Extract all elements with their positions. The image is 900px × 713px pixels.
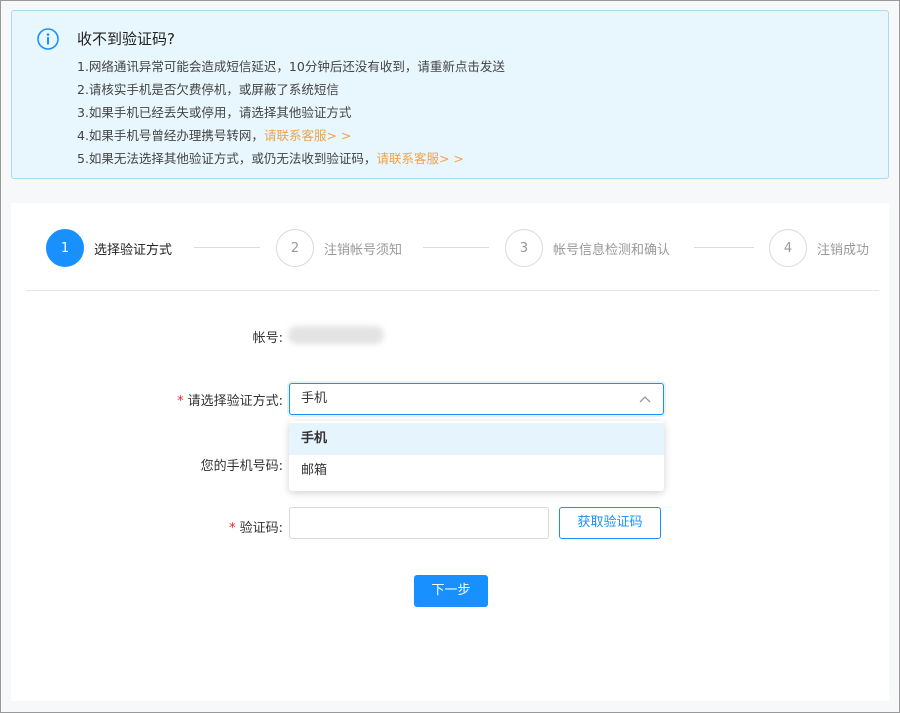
notice-title: 收不到验证码? [77, 30, 175, 48]
step-connector [194, 247, 260, 248]
notice-line: 4.如果手机号曾经办理携号转网，请联系客服> > [77, 124, 505, 147]
code-label-text: 验证码: [239, 521, 283, 536]
notice-line-text: 2.请核实手机是否欠费停机，或屏蔽了系统短信 [77, 82, 339, 97]
step-account-check: 3 帐号信息检测和确认 [505, 229, 670, 267]
contact-support-link[interactable]: 请联系客服> > [264, 128, 351, 143]
step-success: 4 注销成功 [769, 229, 869, 267]
method-label: * 请选择验证方式: [177, 390, 283, 409]
step-number: 2 [276, 229, 314, 267]
page-frame: 收不到验证码? 1.网络通讯异常可能会造成短信延迟，10分钟后还没有收到，请重新… [0, 0, 900, 713]
notice-line-text: 1.网络通讯异常可能会造成短信延迟，10分钟后还没有收到，请重新点击发送 [77, 59, 505, 74]
method-label-text: 请选择验证方式: [187, 394, 283, 409]
notice-lines: 1.网络通讯异常可能会造成短信延迟，10分钟后还没有收到，请重新点击发送 2.请… [77, 55, 505, 170]
verification-code-input[interactable] [289, 507, 549, 539]
verify-method-select[interactable]: 手机 [289, 383, 664, 415]
select-value: 手机 [301, 391, 328, 406]
notice-line-text: 5.如果无法选择其他验证方式，或仍无法收到验证码， [77, 151, 377, 166]
code-label: * 验证码: [229, 517, 283, 536]
main-card: 1 选择验证方式 2 注销帐号须知 3 帐号信息检测和确认 4 注销成功 帐号: [11, 203, 889, 701]
info-icon [37, 28, 59, 50]
notice-line: 1.网络通讯异常可能会造成短信延迟，10分钟后还没有收到，请重新点击发送 [77, 55, 505, 78]
progress-steps: 1 选择验证方式 2 注销帐号须知 3 帐号信息检测和确认 4 注销成功 [26, 203, 879, 291]
notice-line: 5.如果无法选择其他验证方式，或仍无法收到验证码，请联系客服> > [77, 147, 505, 170]
step-select-method: 1 选择验证方式 [46, 229, 172, 267]
step-label: 注销成功 [817, 242, 870, 258]
phone-label: 您的手机号码: [200, 459, 283, 474]
verify-method-dropdown: 手机 邮箱 [289, 421, 664, 491]
notice-line: 3.如果手机已经丢失或停用，请选择其他验证方式 [77, 101, 505, 124]
chevron-up-icon [639, 396, 651, 403]
contact-support-link[interactable]: 请联系客服> > [376, 151, 463, 166]
step-number: 4 [769, 229, 807, 267]
step-connector [423, 247, 489, 248]
step-label: 帐号信息检测和确认 [553, 242, 671, 258]
option-phone[interactable]: 手机 [289, 423, 664, 455]
notice-line-text: 4.如果手机号曾经办理携号转网， [77, 128, 264, 143]
step-number: 1 [46, 229, 84, 267]
next-step-button[interactable]: 下一步 [414, 575, 488, 607]
step-label: 选择验证方式 [94, 242, 173, 258]
required-mark: * [229, 521, 236, 536]
step-number: 3 [505, 229, 543, 267]
option-email[interactable]: 邮箱 [289, 455, 664, 487]
notice-line-text: 3.如果手机已经丢失或停用，请选择其他验证方式 [77, 105, 352, 120]
step-account-notice: 2 注销帐号须知 [276, 229, 402, 267]
required-mark: * [177, 394, 184, 409]
notice-line: 2.请核实手机是否欠费停机，或屏蔽了系统短信 [77, 78, 505, 101]
help-notice: 收不到验证码? 1.网络通讯异常可能会造成短信延迟，10分钟后还没有收到，请重新… [11, 10, 889, 179]
get-code-button[interactable]: 获取验证码 [559, 507, 661, 539]
account-value-redacted [288, 326, 384, 344]
account-label: 帐号: [252, 331, 283, 346]
step-connector [694, 247, 754, 248]
step-label: 注销帐号须知 [324, 242, 403, 258]
